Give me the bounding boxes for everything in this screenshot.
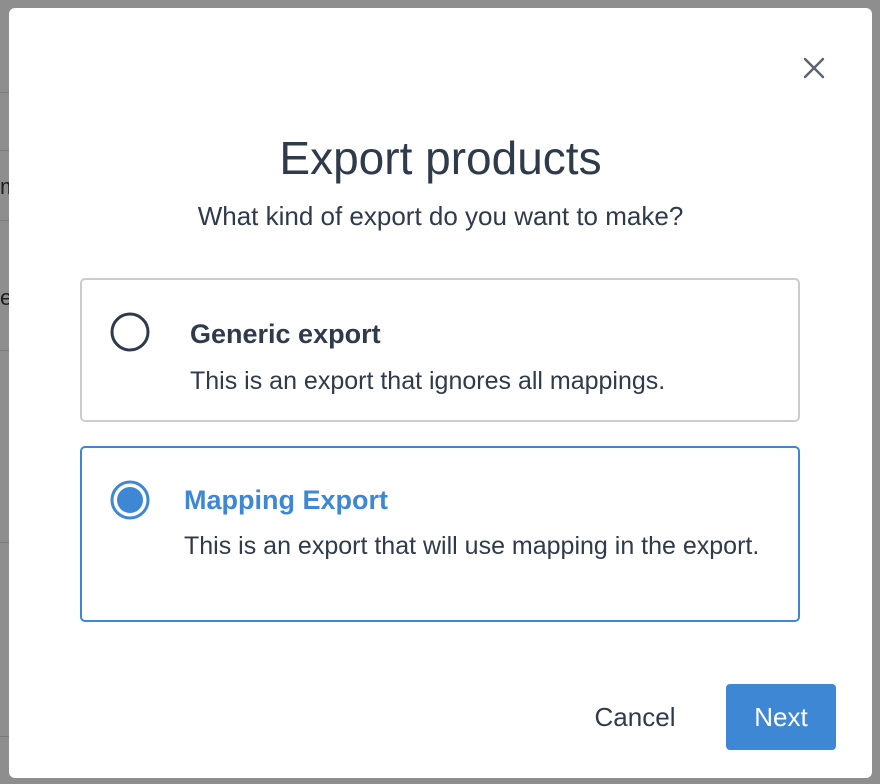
next-button[interactable]: Next [726,684,836,750]
option-label: Generic export [190,319,381,349]
radio-selected-icon[interactable] [110,480,150,520]
dialog-title: Export products [279,132,602,184]
option-description: This is an export that will use mapping … [184,532,760,560]
option-description: This is an export that ignores all mappi… [190,367,666,395]
radio-unselected-icon[interactable] [110,312,150,352]
export-products-dialog: Export products What kind of export do y… [9,8,872,778]
option-label: Mapping Export [184,485,388,515]
close-button[interactable] [800,54,828,82]
dialog-subtitle: What kind of export do you want to make? [197,201,684,231]
option-generic-export[interactable]: Generic export This is an export that ig… [80,278,800,422]
option-mapping-export[interactable]: Mapping Export This is an export that wi… [80,446,800,622]
cancel-button[interactable]: Cancel [575,684,695,750]
close-icon [803,57,825,79]
